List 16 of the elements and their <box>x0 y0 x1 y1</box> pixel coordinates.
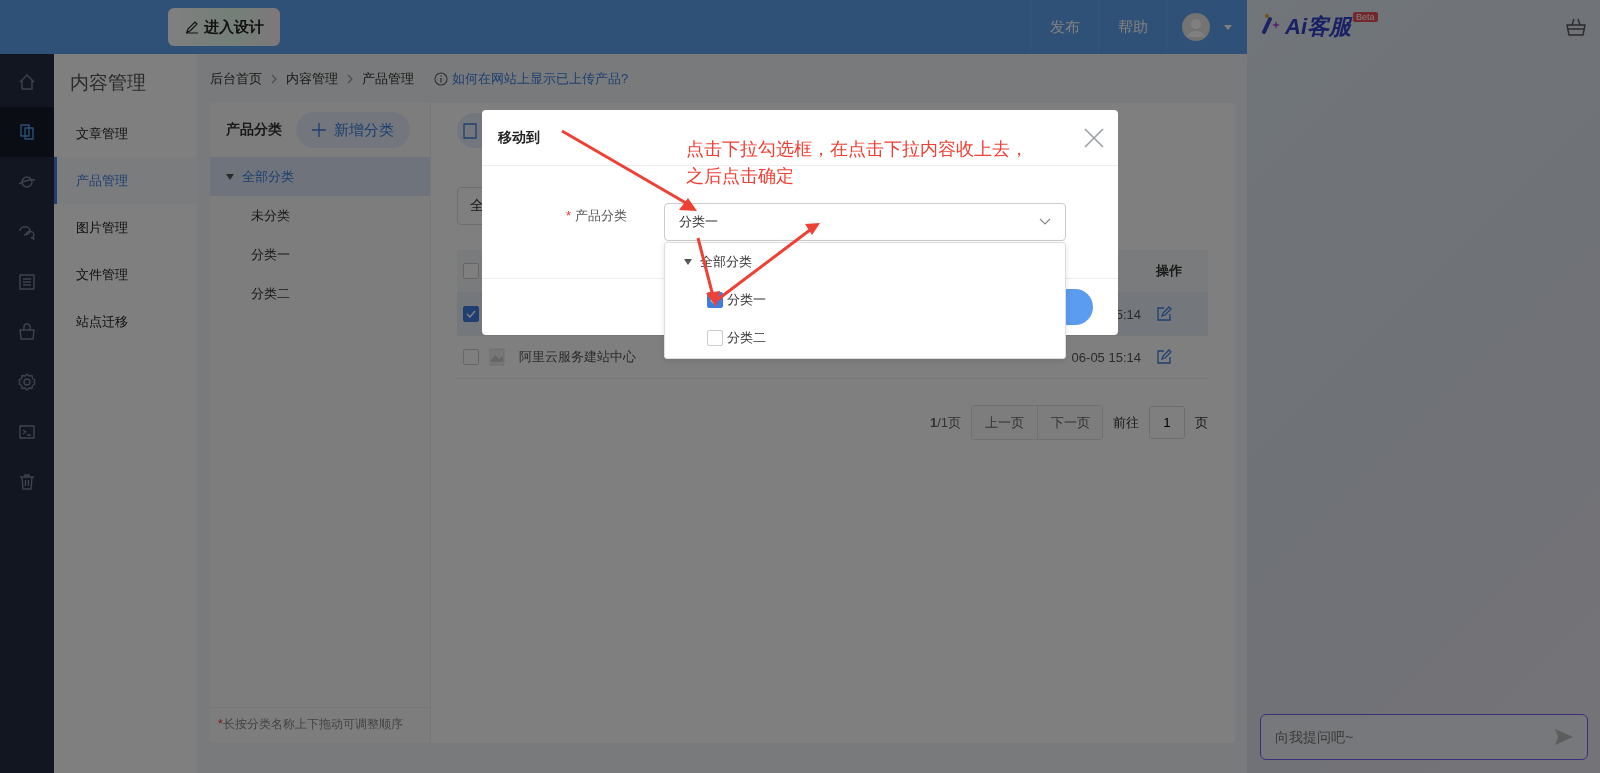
option-label: 分类二 <box>727 329 766 347</box>
field-label: * 产品分类 <box>566 208 627 223</box>
page-info: 1/1页 <box>929 413 961 432</box>
panel-title: 产品分类 <box>226 121 282 139</box>
beta-badge: Beta <box>1353 12 1378 22</box>
option-label: 分类一 <box>727 291 766 309</box>
sidebar-title: 内容管理 <box>69 71 147 95</box>
page-unit: 页 <box>1195 413 1208 432</box>
table-cell: 06-05 15:14 <box>1071 349 1141 365</box>
annotation-text: 点击下拉勾选框，在点击下拉内容收上去， <box>686 138 1028 161</box>
column-header: 操作 <box>1155 262 1183 280</box>
table-cell: 阿里云服务建站中心 <box>519 348 636 366</box>
annotation-text: 之后点击确定 <box>686 165 795 188</box>
goto-label: 前往 <box>1113 413 1139 432</box>
dialog-title: 移动到 <box>498 128 540 147</box>
assistant-logo: Ai客服 <box>1285 13 1351 41</box>
